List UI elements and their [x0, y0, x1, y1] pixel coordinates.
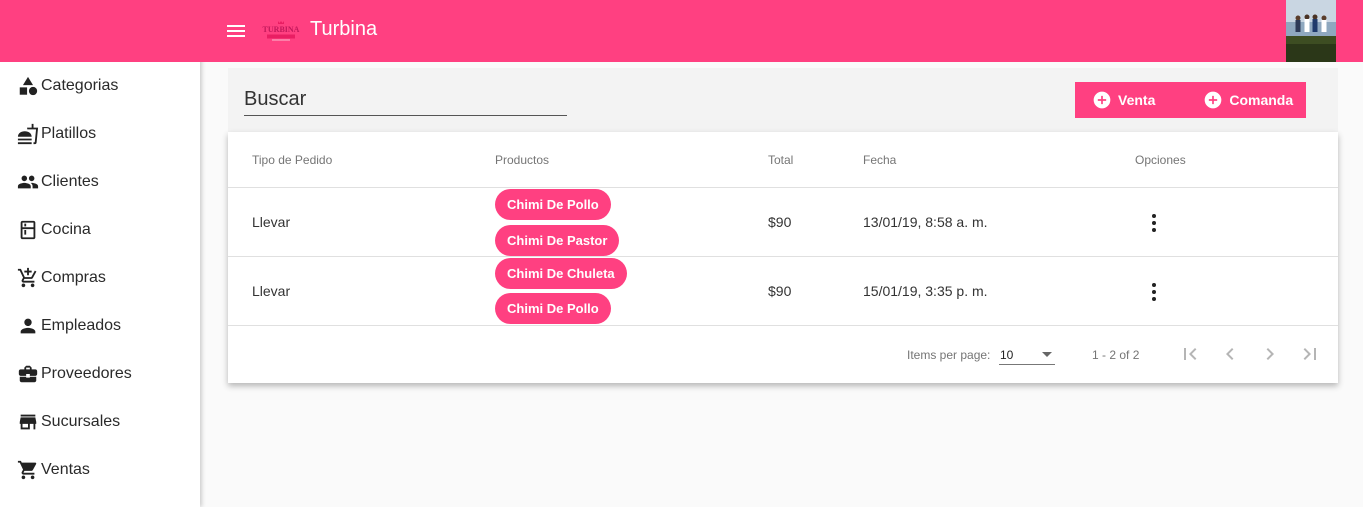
product-chip[interactable]: Chimi De Chuleta	[495, 258, 627, 289]
add-circle-icon	[1093, 91, 1111, 109]
page-size-select[interactable]: 10	[999, 343, 1055, 365]
product-chip[interactable]: Chimi De Pollo	[495, 189, 611, 220]
column-header-fecha[interactable]: Fecha	[863, 153, 896, 167]
kitchen-icon	[20, 220, 36, 240]
chevron-right-icon	[1266, 348, 1274, 360]
page-size-value: 10	[1000, 348, 1014, 362]
add-comanda-button[interactable]: Comanda	[1203, 82, 1293, 118]
comanda-label: Comanda	[1229, 92, 1294, 108]
sidebar-item-platillos[interactable]: Platillos	[0, 110, 200, 158]
sidebar: Categorias Platillos Clientes Cocina Com…	[0, 0, 200, 507]
previous-page-button[interactable]	[1218, 342, 1242, 366]
sidebar-item-label: Clientes	[41, 173, 99, 190]
dropdown-arrow-icon	[1042, 352, 1052, 357]
row-options-button[interactable]	[1144, 280, 1164, 304]
table-header: Tipo de Pedido Productos Total Fecha Opc…	[228, 132, 1338, 188]
first-page-icon	[1184, 348, 1197, 360]
cell-tipo: Llevar	[252, 214, 291, 230]
last-page-button[interactable]	[1298, 342, 1322, 366]
shopping-cart-icon	[17, 460, 37, 480]
sidebar-item-categorias[interactable]: Categorias	[0, 62, 200, 110]
cell-fecha: 13/01/19, 8:58 a. m.	[863, 214, 988, 230]
paginator: Items per page: 10 1 - 2 of 2	[228, 326, 1338, 382]
hamburger-menu-icon	[227, 25, 245, 37]
sidebar-item-sucursales[interactable]: Sucursales	[0, 398, 200, 446]
sidebar-item-ventas[interactable]: Ventas	[0, 446, 200, 494]
page-range-label: 1 - 2 of 2	[1092, 348, 1140, 362]
table-row: Llevar Chimi De Chuleta Chimi De Pollo $…	[228, 257, 1338, 326]
column-header-total[interactable]: Total	[768, 153, 793, 167]
column-header-tipo[interactable]: Tipo de Pedido	[252, 153, 332, 167]
add-circle-icon	[1205, 91, 1222, 109]
food-tray-icon	[17, 123, 39, 145]
sidebar-item-label: Compras	[41, 269, 106, 286]
menu-button[interactable]	[224, 19, 248, 43]
cell-total: $90	[768, 283, 792, 299]
cell-fecha: 15/01/19, 3:35 p. m.	[863, 283, 988, 299]
sidebar-item-label: Categorias	[41, 77, 119, 94]
sidebar-item-label: Cocina	[41, 221, 91, 238]
add-venta-button[interactable]: Venta	[1092, 82, 1155, 118]
product-chip[interactable]: Chimi De Pastor	[495, 225, 620, 256]
people-icon	[17, 175, 39, 189]
first-page-button[interactable]	[1178, 342, 1202, 366]
column-header-opciones: Opciones	[1135, 153, 1186, 167]
product-chip[interactable]: Chimi De Pollo	[495, 293, 611, 324]
sidebar-item-label: Empleados	[41, 317, 122, 334]
sidebar-item-label: Ventas	[41, 461, 90, 478]
turbina-logo: TURBINA	[263, 21, 300, 41]
action-buttons: Venta Comanda	[1075, 82, 1306, 118]
chevron-left-icon	[1226, 348, 1234, 360]
sidebar-item-label: Sucursales	[41, 413, 121, 430]
sidebar-item-label: Platillos	[41, 125, 97, 142]
top-toolbar: TURBINA Turbina	[200, 0, 1363, 62]
sidebar-item-empleados[interactable]: Empleados	[0, 302, 200, 350]
venta-label: Venta	[1118, 92, 1156, 108]
sidebar-header	[0, 0, 200, 62]
column-header-productos[interactable]: Productos	[495, 153, 549, 167]
add-shopping-cart-icon	[17, 267, 37, 288]
sidebar-item-label: Proveedores	[41, 365, 132, 382]
more-vert-icon	[1152, 283, 1156, 301]
person-icon	[20, 318, 36, 334]
briefcase-icon	[18, 365, 38, 383]
orders-table-card: Tipo de Pedido Productos Total Fecha Opc…	[228, 132, 1338, 383]
items-per-page-label: Items per page:	[907, 348, 991, 362]
search-input[interactable]	[244, 84, 567, 116]
next-page-button[interactable]	[1258, 342, 1282, 366]
table-row: Llevar Chimi De Pollo Chimi De Pastor $9…	[228, 188, 1338, 257]
cell-total: $90	[768, 214, 792, 230]
category-shapes-icon	[19, 76, 38, 96]
sidebar-item-cocina[interactable]: Cocina	[0, 206, 200, 254]
cell-tipo: Llevar	[252, 283, 291, 299]
logo-text: TURBINA	[263, 25, 300, 34]
row-options-button[interactable]	[1144, 211, 1164, 235]
last-page-icon	[1303, 348, 1316, 360]
more-vert-icon	[1152, 214, 1156, 232]
search-row: Venta Comanda	[228, 68, 1338, 132]
user-avatar[interactable]	[1286, 0, 1336, 62]
app-title: Turbina	[310, 18, 378, 40]
sidebar-item-clientes[interactable]: Clientes	[0, 158, 200, 206]
sidebar-item-proveedores[interactable]: Proveedores	[0, 350, 200, 398]
store-icon	[19, 414, 37, 430]
sidebar-item-compras[interactable]: Compras	[0, 254, 200, 302]
